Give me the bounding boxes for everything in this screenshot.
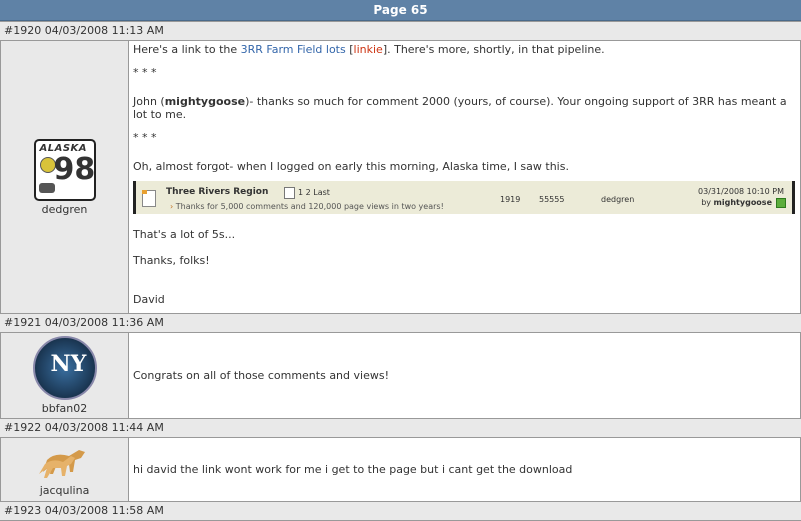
- post-user-panel: ALASKA 98 dedgren: [0, 41, 129, 313]
- thread-views: 55555: [539, 195, 565, 204]
- thread-author[interactable]: dedgren: [601, 193, 634, 206]
- user-avatar[interactable]: ALASKA 98: [33, 138, 96, 201]
- plate-number-text: 98: [53, 151, 96, 187]
- mentioned-user: mightygoose: [164, 95, 246, 108]
- text: John (: [133, 95, 165, 108]
- thread-pages-text[interactable]: 1 2 Last: [298, 188, 330, 197]
- text: ]. There's more, shortly, in that pipeli…: [382, 43, 605, 56]
- post-body: hi david the link wont work for me i get…: [129, 438, 801, 501]
- post-paragraph: Congrats on all of those comments and vi…: [133, 369, 389, 382]
- yankees-logo-icon: NY: [50, 351, 87, 377]
- post-row: jacqulina hi david the link wont work fo…: [0, 438, 801, 501]
- thread-last-poster: by mightygoose: [701, 196, 772, 209]
- separator: * * *: [133, 131, 157, 144]
- text: [: [345, 43, 354, 56]
- embedded-thread-row[interactable]: Three Rivers Region 1 2 Last Thanks for …: [133, 181, 795, 214]
- post-paragraph: Thanks, folks!: [133, 254, 210, 267]
- username[interactable]: jacqulina: [40, 484, 90, 497]
- go-to-last-post-icon[interactable]: [776, 198, 786, 208]
- post-signature: David: [133, 293, 165, 306]
- linkie-link[interactable]: linkie: [354, 43, 383, 56]
- post-body: Congrats on all of those comments and vi…: [129, 333, 801, 418]
- post-body: Here's a link to the 3RR Farm Field lots…: [129, 41, 801, 313]
- thread-description: Thanks for 5,000 comments and 120,000 pa…: [170, 200, 444, 213]
- post-header: #1923 04/03/2008 11:58 AM: [0, 501, 801, 521]
- text: by: [701, 198, 714, 207]
- text: Here's a link to the: [133, 43, 241, 56]
- thread-pages[interactable]: 1 2 Last: [284, 186, 330, 199]
- post-paragraph: Oh, almost forgot- when I logged on earl…: [133, 160, 569, 173]
- post-header: #1921 04/03/2008 11:36 AM: [0, 313, 801, 333]
- post-paragraph: John (mightygoose)- thanks so much for c…: [133, 95, 796, 121]
- farm-field-lots-link[interactable]: 3RR Farm Field lots: [241, 43, 346, 56]
- thread-doc-icon: [142, 190, 156, 207]
- post-paragraph: That's a lot of 5s...: [133, 228, 236, 241]
- post-header: #1922 04/03/2008 11:44 AM: [0, 418, 801, 438]
- thread-replies: 1919: [500, 195, 521, 204]
- user-avatar[interactable]: NY: [32, 336, 97, 400]
- multipage-icon: [284, 186, 295, 199]
- post-row: NY bbfan02 Congrats on all of those comm…: [0, 333, 801, 418]
- post-paragraph: hi david the link wont work for me i get…: [133, 463, 573, 476]
- last-poster-name[interactable]: mightygoose: [714, 198, 772, 207]
- user-avatar[interactable]: [35, 442, 95, 482]
- post-row: ALASKA 98 dedgren Here's a link to the 3…: [0, 41, 801, 313]
- thread-title-link[interactable]: Three Rivers Region: [166, 186, 268, 199]
- post-paragraph: Here's a link to the 3RR Farm Field lots…: [133, 43, 796, 56]
- separator: * * *: [133, 66, 157, 79]
- page-title: Page 65: [0, 0, 801, 21]
- post-user-panel: jacqulina: [0, 438, 129, 501]
- plate-bear-icon: [38, 182, 55, 193]
- username[interactable]: dedgren: [42, 203, 88, 216]
- username[interactable]: bbfan02: [42, 402, 88, 415]
- post-user-panel: NY bbfan02: [0, 333, 129, 418]
- post-header: #1920 04/03/2008 11:13 AM: [0, 21, 801, 41]
